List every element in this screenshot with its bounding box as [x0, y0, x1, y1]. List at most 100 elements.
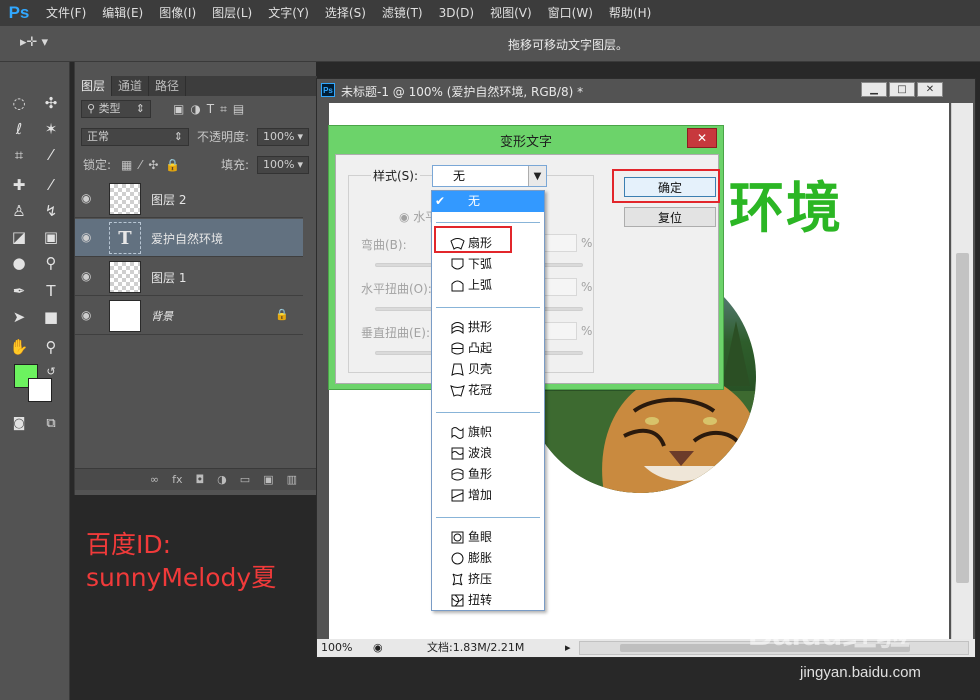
type-tool-icon[interactable]: T	[40, 280, 62, 302]
close-button[interactable]: ✕	[917, 82, 943, 97]
fill-input[interactable]: 100% ▾	[257, 156, 309, 174]
eyedropper-icon[interactable]: ⁄	[40, 144, 62, 166]
blur-tool-icon[interactable]: ●	[8, 252, 30, 274]
shell-icon	[451, 363, 464, 376]
menu-window[interactable]: 窗口(W)	[540, 0, 601, 26]
marquee-tool-icon[interactable]: ◌	[8, 92, 30, 114]
style-option-fisheye[interactable]: 鱼眼	[432, 527, 544, 548]
style-option-squeeze[interactable]: 挤压	[432, 569, 544, 590]
adjustment-icon[interactable]: ◑	[217, 473, 227, 486]
gradient-tool-icon[interactable]: ▣	[40, 226, 62, 248]
eye-icon[interactable]: ◉	[81, 269, 97, 285]
eraser-tool-icon[interactable]: ◪	[8, 226, 30, 248]
fx-icon[interactable]: fx	[172, 473, 182, 486]
layer-row-layer2[interactable]: ◉ 图层 2	[75, 180, 303, 218]
chevron-right-icon[interactable]: ▸	[565, 639, 571, 657]
style-option-wave[interactable]: 波浪	[432, 443, 544, 464]
menu-view[interactable]: 视图(V)	[482, 0, 540, 26]
layer-row-text[interactable]: ◉ T 爱护自然环境	[75, 219, 303, 257]
vertical-scrollbar[interactable]	[951, 103, 973, 639]
chevron-down-icon[interactable]: ▼	[528, 166, 546, 186]
hand-tool-icon[interactable]: ✋	[8, 336, 30, 358]
lock-icons[interactable]: ▦⁄✣🔒	[121, 156, 187, 174]
magic-wand-icon[interactable]: ✶	[40, 118, 62, 140]
quick-mask-icon[interactable]: ◙	[8, 412, 30, 434]
eye-icon[interactable]: ◉	[81, 230, 97, 246]
stamp-tool-icon[interactable]: ♙	[8, 200, 30, 222]
dialog-title: 变形文字	[499, 134, 552, 150]
style-option-flag[interactable]: 旗帜	[432, 422, 544, 443]
options-bar: ▸✛ ▾ 拖移可移动文字图层。	[0, 26, 980, 62]
opacity-input[interactable]: 100% ▾	[257, 128, 309, 146]
layer-row-layer1[interactable]: ◉ 图层 1	[75, 258, 303, 296]
link-icon[interactable]: ∞	[150, 473, 159, 486]
layer-row-background[interactable]: ◉ 背景 🔒	[75, 297, 303, 335]
style-option-bulge[interactable]: 凸起	[432, 338, 544, 359]
layer-filter-select[interactable]: ⚲ 类型 ⇕	[81, 100, 151, 118]
menu-layer[interactable]: 图层(L)	[204, 0, 260, 26]
style-option-arc-upper[interactable]: 上弧	[432, 275, 544, 296]
layer-name[interactable]: 图层 1	[151, 269, 186, 286]
style-option-flower[interactable]: 花冠	[432, 380, 544, 401]
layer-name[interactable]: 图层 2	[151, 191, 186, 208]
reset-button[interactable]: 复位	[624, 207, 716, 227]
tab-paths[interactable]: 路径	[149, 76, 187, 96]
style-option-shell[interactable]: 贝壳	[432, 359, 544, 380]
dialog-close-button[interactable]: ✕	[687, 128, 717, 148]
ps-document-icon: Ps	[321, 83, 335, 97]
style-option-none[interactable]: ✔ 无	[432, 191, 544, 212]
pen-tool-icon[interactable]: ✒	[8, 280, 30, 302]
tab-layers[interactable]: 图层	[75, 76, 113, 96]
style-option-twist[interactable]: 扭转	[432, 590, 544, 611]
move-tool-icon[interactable]: ✣	[40, 92, 62, 114]
lock-icon: 🔒	[275, 308, 289, 321]
crop-tool-icon[interactable]: ⌗	[8, 144, 30, 166]
style-option-fish[interactable]: 鱼形	[432, 464, 544, 485]
layer-name[interactable]: 爱护自然环境	[151, 230, 223, 247]
move-tool-icon[interactable]: ▸✛ ▾	[20, 35, 60, 53]
arch-icon	[451, 322, 464, 335]
option-label: 无	[468, 194, 481, 208]
tab-channels[interactable]: 通道	[112, 76, 150, 96]
dodge-tool-icon[interactable]: ⚲	[40, 252, 62, 274]
trash-icon[interactable]: ▥	[287, 473, 297, 486]
new-layer-icon[interactable]: ▣	[263, 473, 273, 486]
layer-name[interactable]: 背景	[151, 308, 173, 324]
lasso-tool-icon[interactable]: ℓ	[8, 118, 30, 140]
option-label: 上弧	[468, 278, 493, 292]
minimize-button[interactable]: ▁	[861, 82, 887, 97]
maximize-button[interactable]: □	[889, 82, 915, 97]
eye-icon[interactable]: ◉	[81, 308, 97, 324]
style-option-rise[interactable]: 增加	[432, 485, 544, 506]
menu-3d[interactable]: 3D(D)	[431, 0, 482, 26]
menu-type[interactable]: 文字(Y)	[260, 0, 317, 26]
menu-edit[interactable]: 编辑(E)	[94, 0, 151, 26]
status-menu-icon[interactable]: ◉	[373, 639, 383, 657]
style-option-inflate[interactable]: 膨胀	[432, 548, 544, 569]
zoom-level[interactable]: 100%	[321, 639, 352, 657]
option-label: 凸起	[468, 341, 493, 355]
folder-icon[interactable]: ▭	[240, 473, 250, 486]
menu-select[interactable]: 选择(S)	[317, 0, 374, 26]
zoom-tool-icon[interactable]: ⚲	[40, 336, 62, 358]
vertical-scroll-thumb[interactable]	[956, 253, 969, 583]
healing-brush-icon[interactable]: ✚	[8, 174, 30, 196]
style-option-arc-lower[interactable]: 下弧	[432, 254, 544, 275]
path-select-icon[interactable]: ➤	[8, 306, 30, 328]
screen-mode-icon[interactable]: ⧉	[40, 412, 62, 434]
menu-filter[interactable]: 滤镜(T)	[374, 0, 431, 26]
style-option-arch[interactable]: 拱形	[432, 317, 544, 338]
blend-mode-select[interactable]: 正常 ⇕	[81, 128, 189, 146]
option-label: 膨胀	[468, 551, 493, 565]
option-label: 挤压	[468, 572, 493, 586]
background-color-swatch[interactable]	[28, 378, 52, 402]
menu-image[interactable]: 图像(I)	[151, 0, 204, 26]
layer-filter-icons[interactable]: ▣◑T⌗▤	[173, 100, 250, 118]
menu-file[interactable]: 文件(F)	[38, 0, 94, 26]
brush-tool-icon[interactable]: ⁄	[40, 174, 62, 196]
mask-icon[interactable]: ◘	[195, 473, 204, 486]
eye-icon[interactable]: ◉	[81, 191, 97, 207]
shape-tool-icon[interactable]: ■	[40, 306, 62, 328]
menu-help[interactable]: 帮助(H)	[601, 0, 659, 26]
history-brush-icon[interactable]: ↯	[40, 200, 62, 222]
